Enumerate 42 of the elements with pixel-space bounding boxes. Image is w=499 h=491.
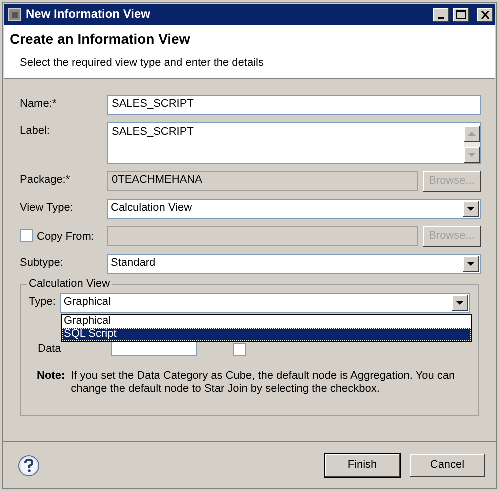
field-label: Copy From: [37, 231, 94, 243]
dropdown-list[interactable]: Graphical SQL Script [61, 314, 472, 342]
page-title: Create an Information View [10, 31, 192, 48]
dropdown-arrow-icon [467, 262, 475, 266]
finish-button[interactable]: Finish [325, 454, 400, 477]
scroll-up-icon [468, 132, 476, 136]
field-label: Label: [20, 124, 51, 138]
scroll-down-icon [468, 152, 476, 158]
minimize-button[interactable] [433, 8, 449, 22]
input-field[interactable]: SALES_SCRIPT [107, 95, 481, 115]
dropdown-value: Calculation View [111, 202, 192, 216]
page-description: Select the required view type and enter the details [20, 56, 265, 70]
help-icon[interactable] [18, 454, 40, 476]
dropdown-value: Standard [111, 257, 156, 271]
note-label: Note: [37, 370, 66, 384]
dropdown-value: Graphical [64, 296, 111, 310]
dropdown[interactable]: Calculation View [107, 199, 481, 219]
maximize-button[interactable] [453, 8, 469, 22]
field-label: Name:* [20, 97, 58, 112]
text-area[interactable]: SALES_SCRIPT [107, 122, 481, 164]
window-icon [8, 8, 22, 22]
dropdown[interactable]: Standard [107, 254, 481, 274]
field-label: View Type: [20, 201, 74, 216]
scrollbar[interactable] [464, 126, 480, 163]
cancel-button[interactable]: Cancel [410, 454, 485, 477]
maximize-icon [456, 10, 466, 19]
field-label: Subtype: [20, 256, 64, 270]
dropdown-option[interactable]: SQL Script [62, 328, 471, 341]
dropdown[interactable]: Graphical [60, 293, 470, 313]
field-label: Type: [29, 296, 56, 310]
checkbox[interactable] [233, 343, 246, 356]
field-label: Data [38, 342, 62, 356]
close-icon [480, 10, 490, 18]
note-text: If you set the Data Category as Cube, the default node is Aggregation. You can change the default node to Star Join by selecting the checkbox. [71, 370, 456, 396]
window-title: New Information View [26, 7, 152, 22]
dropdown-option[interactable]: Graphical [62, 315, 471, 328]
close-button[interactable] [477, 8, 493, 22]
dropdown-arrow-icon [467, 206, 475, 212]
field-value: SALES_SCRIPT [112, 126, 194, 140]
dropdown-arrow-icon [456, 300, 464, 306]
minimize-icon [438, 16, 444, 18]
field-label: Package:* [20, 173, 72, 188]
